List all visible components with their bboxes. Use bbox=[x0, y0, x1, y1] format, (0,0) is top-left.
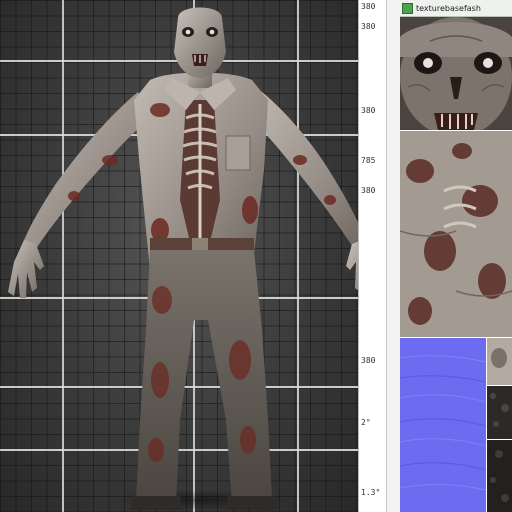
ruler-label: 785 bbox=[361, 156, 376, 165]
ruler-label: 380 bbox=[361, 106, 376, 115]
normal-map-tile[interactable] bbox=[400, 338, 486, 512]
texture-panel[interactable]: texturebasefash bbox=[400, 0, 512, 512]
dark-texture-tile-2[interactable] bbox=[487, 440, 512, 512]
detail-texture-tile[interactable] bbox=[487, 338, 512, 385]
ruler-label: 2° bbox=[361, 418, 371, 427]
model-viewport[interactable] bbox=[0, 0, 358, 512]
image-icon bbox=[402, 2, 413, 14]
face-texture-tile[interactable] bbox=[400, 17, 512, 130]
texture-tab-label: texturebasefash bbox=[416, 3, 481, 13]
vertical-ruler: 380 380 380 785 380 380 2° 1.3° bbox=[358, 0, 387, 512]
zombie-character[interactable] bbox=[0, 0, 358, 512]
ruler-label: 380 bbox=[361, 2, 376, 11]
dark-texture-tile-1[interactable] bbox=[487, 386, 512, 439]
ruler-label: 1.3° bbox=[361, 488, 381, 497]
ruler-label: 380 bbox=[361, 356, 376, 365]
ruler-label: 380 bbox=[361, 22, 376, 31]
body-texture-tile[interactable] bbox=[400, 131, 512, 337]
texture-tab[interactable]: texturebasefash bbox=[400, 0, 512, 17]
ruler-label: 380 bbox=[361, 186, 376, 195]
